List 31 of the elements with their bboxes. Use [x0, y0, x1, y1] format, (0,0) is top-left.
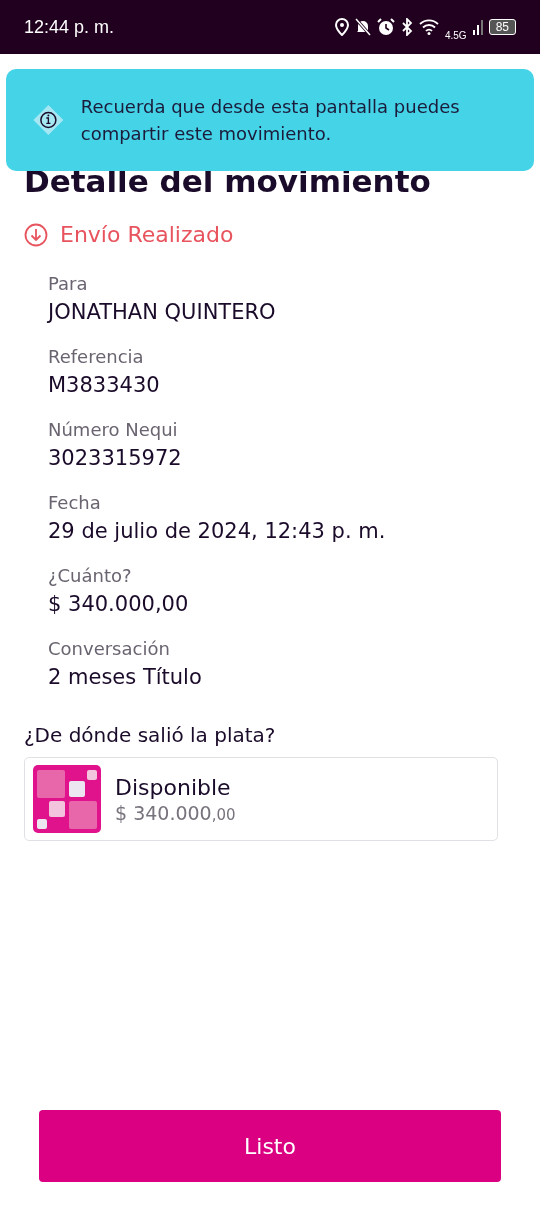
location-icon [334, 18, 349, 36]
field-value: M3833430 [48, 373, 161, 398]
account-name: Disponible [115, 774, 232, 800]
done-button[interactable]: Listo [39, 1110, 501, 1182]
field-label: Número Nequi [48, 419, 179, 441]
field-label: Conversación [48, 638, 171, 660]
signal-icon [472, 19, 483, 35]
battery-indicator: 85 [488, 19, 516, 35]
bell-off-icon [354, 18, 371, 36]
account-card[interactable]: Disponible $ 340.000,00 [24, 757, 498, 842]
pocket-logo-icon [33, 765, 101, 834]
field-value: JONATHAN QUINTERO [48, 300, 277, 325]
field-value: $ 340.000,00 [48, 592, 190, 617]
field-label: Fecha [48, 492, 102, 514]
field-value: 3023315972 [48, 446, 183, 471]
movement-status: Envío Realizado [60, 222, 234, 248]
field-label: Para [48, 273, 89, 295]
page-title: Detalle del movimiento [24, 164, 432, 199]
status-time: 12:44 p. m. [24, 16, 115, 38]
field-label: Referencia [48, 346, 145, 368]
toast-message: Recuerda que desde esta pantalla puedes compartir este movimiento. [80, 95, 461, 146]
wifi-icon [418, 19, 439, 35]
field-value: 29 de julio de 2024, 12:43 p. m. [48, 519, 387, 544]
network-type: 4.5G [444, 29, 467, 41]
bluetooth-icon [400, 18, 413, 36]
alarm-icon [376, 18, 395, 36]
field-value: 2 meses Título [48, 665, 203, 690]
arrow-down-circle-icon [24, 222, 48, 247]
field-label: ¿Cuánto? [48, 565, 133, 587]
account-balance: $ 340.000,00 [115, 801, 236, 824]
section-heading: ¿De dónde salió la plata? [24, 723, 277, 748]
